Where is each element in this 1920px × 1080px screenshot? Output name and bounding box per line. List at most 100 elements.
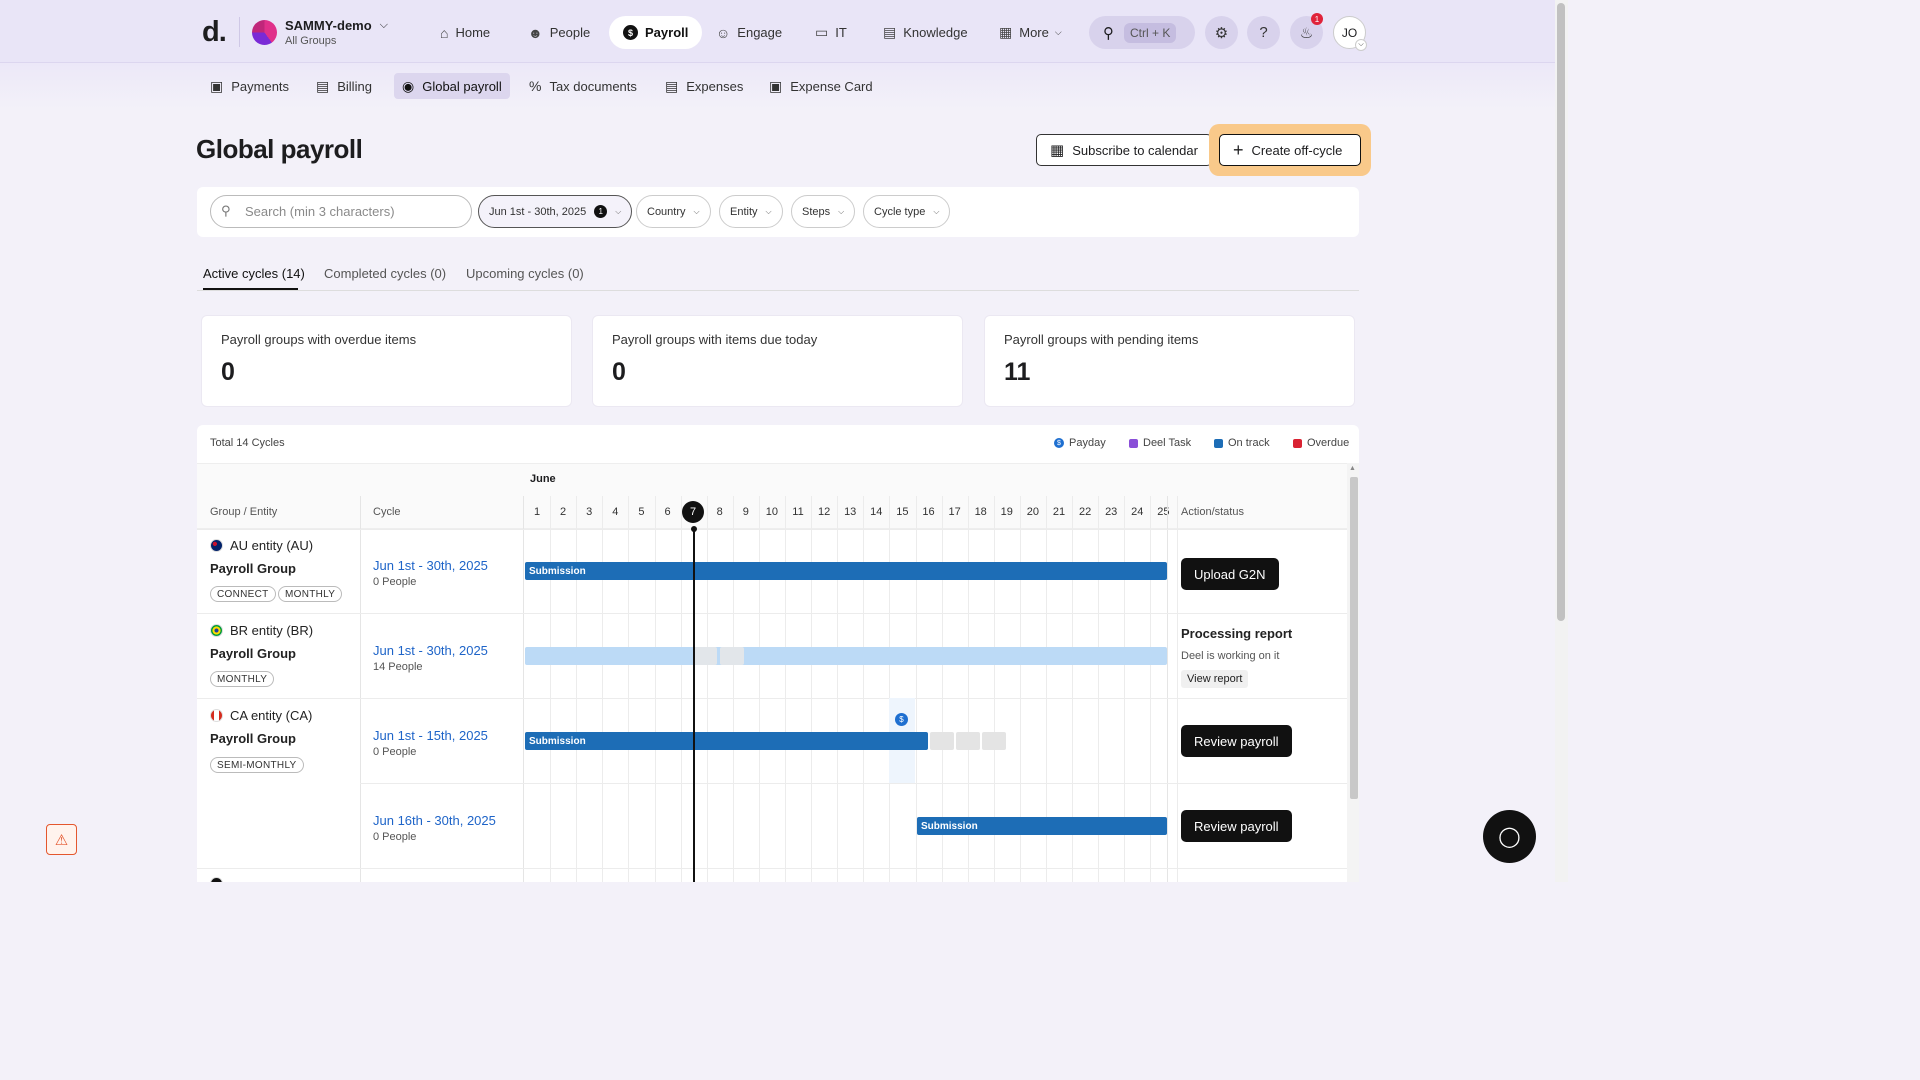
cycle-link[interactable]: Jun 1st - 30th, 2025 [373,558,488,573]
nav-it-label: IT [835,25,847,40]
payroll-group-name: Payroll Group [210,561,296,576]
nav-people-label: People [549,25,591,40]
search-icon: ⚲ [221,203,231,218]
day-grid-line [837,529,839,882]
create-off-cycle-label: Create off-cycle [1251,142,1343,158]
warning-button[interactable]: ⚠ [46,824,77,855]
subscribe-calendar-button[interactable]: ▦ Subscribe to calendar [1036,134,1212,166]
review-payroll-button[interactable]: Review payroll [1181,725,1292,757]
deel-logo[interactable]: d. [202,16,227,49]
payday-icon[interactable]: $ [895,713,908,726]
create-off-cycle-button[interactable]: + Create off-cycle [1219,134,1361,166]
tab-upcoming-cycles[interactable]: Upcoming cycles (0) [466,266,584,281]
card-label: Payroll groups with overdue items [221,332,417,347]
page-title: Global payroll [196,134,363,164]
pending-items-card: Payroll groups with pending items 11 [984,315,1355,407]
legend-overdue: Overdue [1293,437,1349,449]
view-report-button[interactable]: View report [1181,670,1249,688]
day-grid-line [811,529,813,882]
gantt-bar-submission[interactable]: Submission [917,817,1167,835]
cycle-link[interactable]: Jun 1st - 15th, 2025 [373,728,488,743]
laptop-icon: ▭ [815,24,829,40]
steps-filter[interactable]: Steps ⌵ [791,195,856,228]
subnav-expense-card[interactable]: ▣ Expense Card [761,73,881,99]
subnav-payments[interactable]: ▣ Payments [202,73,297,99]
entity-au: AU entity (AU) [210,538,313,553]
help-button[interactable]: ? [1247,16,1280,49]
entity-filter[interactable]: Entity ⌵ [719,195,783,228]
card-value: 0 [221,358,235,386]
today-day-label: 7 [682,501,704,523]
gantt-bar-submission[interactable]: Submission [525,732,928,750]
global-search-button[interactable]: ⚲ Ctrl + K [1089,16,1195,49]
steps-filter-label: Steps [802,205,831,218]
day-grid-line [758,529,760,882]
chevron-down-icon: ⌵ [838,206,845,216]
status-subtitle: Deel is working on it [1181,650,1280,662]
nav-engage[interactable]: ☺ Engage [702,16,796,49]
legend-swatch [1293,438,1302,448]
day-label: 15 [896,506,909,518]
chevron-down-icon: ⌵ [765,206,772,216]
page-scrollbar-thumb[interactable] [1557,3,1565,621]
flag-icon [210,877,223,882]
search-input[interactable] [210,195,472,228]
help-icon: ? [1259,24,1268,41]
gantt-bar-processing[interactable] [525,647,1167,665]
subnav-billing[interactable]: ▤ Billing [308,73,380,99]
day-label: 9 [742,506,749,518]
tab-active-cycles[interactable]: Active cycles (14) [203,266,305,281]
review-payroll-button[interactable]: Review payroll [1181,810,1292,842]
day-label: 25 [1157,506,1170,518]
row-divider [197,529,1347,530]
chat-icon: ◯ [1498,826,1521,848]
day-grid-line [628,529,630,882]
cycle-link[interactable]: Jun 16th - 30th, 2025 [373,813,496,828]
day-label: 13 [844,506,857,518]
subnav-expenses[interactable]: ▤ Expenses [657,73,751,99]
org-switcher[interactable]: SAMMY-demo ⌵ All Groups [252,18,388,47]
upload-g2n-button[interactable]: Upload G2N [1181,558,1279,590]
brazil-flag-icon [210,624,223,637]
percent-icon: % [529,78,542,94]
gantt-step-box [982,732,1006,750]
gear-icon: ⚙ [1214,24,1229,42]
subnav-global-payroll[interactable]: ◉ Global payroll [394,73,510,99]
date-range-filter[interactable]: Jun 1st - 30th, 2025 1 ⌵ [478,195,633,228]
support-chat-button[interactable]: ◯ [1483,810,1536,863]
settings-button[interactable]: ⚙ [1205,16,1238,49]
nav-home[interactable]: ⌂ Home [426,16,504,49]
due-today-card: Payroll groups with items due today 0 [592,315,963,407]
notifications-button[interactable]: ♨ 1 [1290,13,1323,49]
people-count: 14 People [373,661,423,673]
row-divider [360,783,1347,784]
invoice-icon: ▤ [316,77,330,94]
nav-it[interactable]: ▭ IT [801,16,861,49]
cycle-type-filter[interactable]: Cycle type ⌵ [863,195,951,228]
subscribe-calendar-label: Subscribe to calendar [1072,142,1198,158]
country-filter[interactable]: Country ⌵ [636,195,711,228]
entity-br: BR entity (BR) [210,623,313,638]
nav-knowledge[interactable]: ▤ Knowledge [869,16,982,49]
cycle-type-filter-label: Cycle type [874,205,926,218]
day-grid-line [602,529,604,882]
table-scrollbar-thumb[interactable] [1350,477,1358,799]
nav-people[interactable]: ☻ People [514,16,604,49]
cycle-link[interactable]: Jun 1st - 30th, 2025 [373,643,488,658]
chevron-down-icon: ⌵ [1054,27,1062,37]
subnav-tax-documents[interactable]: % Tax documents [521,73,645,99]
tab-completed-cycles[interactable]: Completed cycles (0) [324,266,446,281]
day-label: 14 [870,506,883,518]
scroll-up-arrow-icon[interactable]: ▲ [1349,465,1356,472]
day-label: 19 [1000,506,1013,518]
country-filter-label: Country [647,205,686,218]
gantt-bar-submission[interactable]: Submission [525,562,1167,580]
org-name: SAMMY-demo [285,18,372,33]
day-label: 3 [586,506,593,518]
nav-payroll[interactable]: $ Payroll [609,16,703,49]
gantt-step-box [956,732,980,750]
people-count: 0 People [373,831,417,843]
nav-more[interactable]: ▦ More ⌵ [985,16,1076,49]
overdue-items-card: Payroll groups with overdue items 0 [201,315,572,407]
user-avatar[interactable]: JO ⌵ [1333,16,1367,51]
